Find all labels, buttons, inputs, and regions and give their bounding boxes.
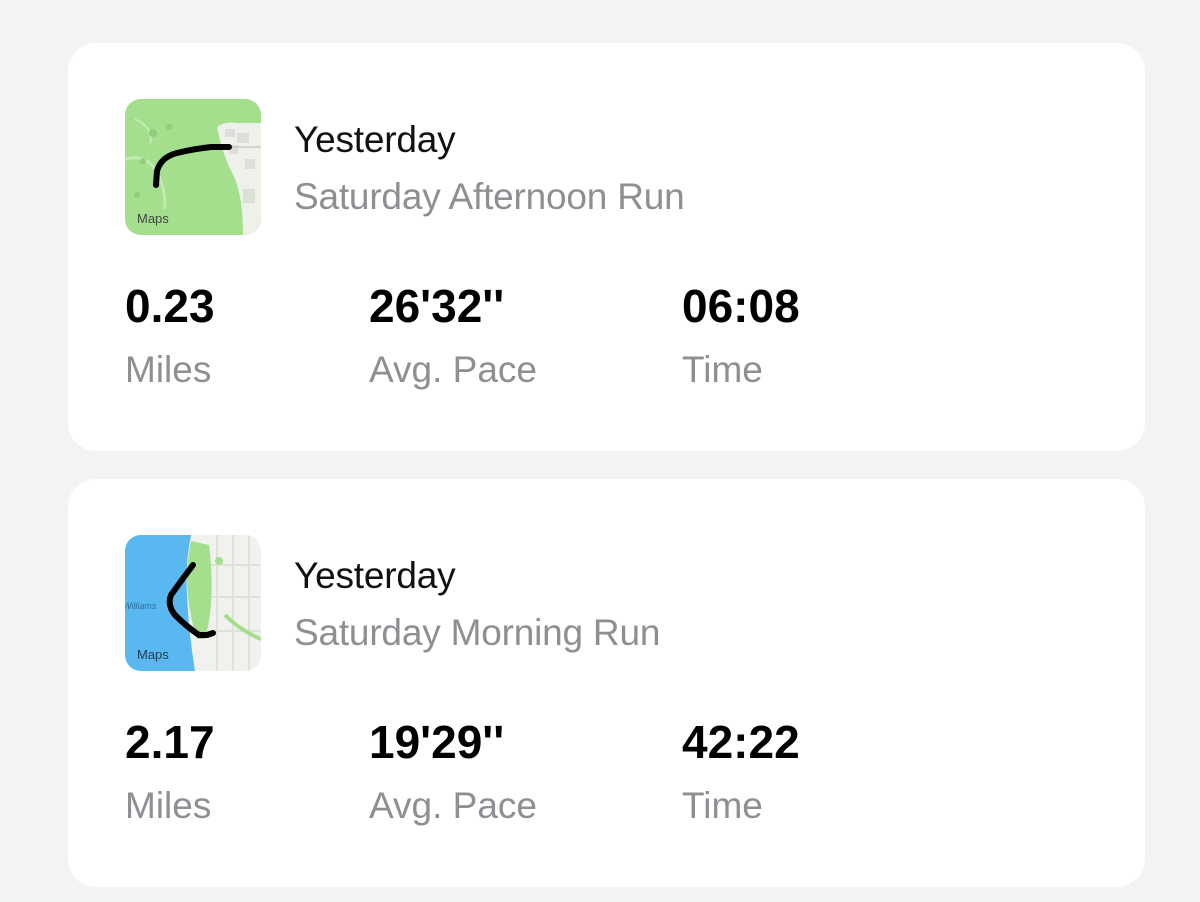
activity-card[interactable]: Maps Yesterday Saturday Afternoon Run 0.… <box>68 43 1145 451</box>
activity-list: Maps Yesterday Saturday Afternoon Run 0.… <box>0 0 1200 902</box>
stat-distance: 2.17 Miles <box>125 719 215 824</box>
stat-label: Miles <box>125 349 212 390</box>
route-map-thumbnail: Williams Maps <box>125 535 261 671</box>
activity-date: Yesterday <box>294 555 456 596</box>
stat-value: 42:22 <box>682 716 800 768</box>
stat-value: 06:08 <box>682 280 800 332</box>
stat-pace: 19'29'' Avg. Pace <box>369 719 537 824</box>
stat-value: 19'29'' <box>369 716 505 768</box>
stat-label: Time <box>682 785 763 826</box>
stat-label: Avg. Pace <box>369 349 537 390</box>
maps-badge-text: Maps <box>137 211 169 226</box>
stat-distance: 0.23 Miles <box>125 283 215 388</box>
map-thumbnail-icon: Williams Maps <box>125 535 261 671</box>
stat-label: Time <box>682 349 763 390</box>
map-thumbnail-icon: Maps <box>125 99 261 235</box>
stat-label: Avg. Pace <box>369 785 537 826</box>
stat-value: 2.17 <box>125 716 215 768</box>
route-map-thumbnail: Maps <box>125 99 261 235</box>
activity-card[interactable]: Williams Maps Yesterday Saturday Morning… <box>68 479 1145 887</box>
street-label: Williams <box>125 601 157 611</box>
stat-time: 06:08 Time <box>682 283 800 388</box>
stat-label: Miles <box>125 785 212 826</box>
stat-value: 0.23 <box>125 280 215 332</box>
activity-title: Saturday Morning Run <box>294 612 661 653</box>
maps-badge-text: Maps <box>137 647 169 662</box>
stat-time: 42:22 Time <box>682 719 800 824</box>
activity-title: Saturday Afternoon Run <box>294 176 685 217</box>
stat-pace: 26'32'' Avg. Pace <box>369 283 537 388</box>
stat-value: 26'32'' <box>369 280 505 332</box>
activity-date: Yesterday <box>294 119 456 160</box>
